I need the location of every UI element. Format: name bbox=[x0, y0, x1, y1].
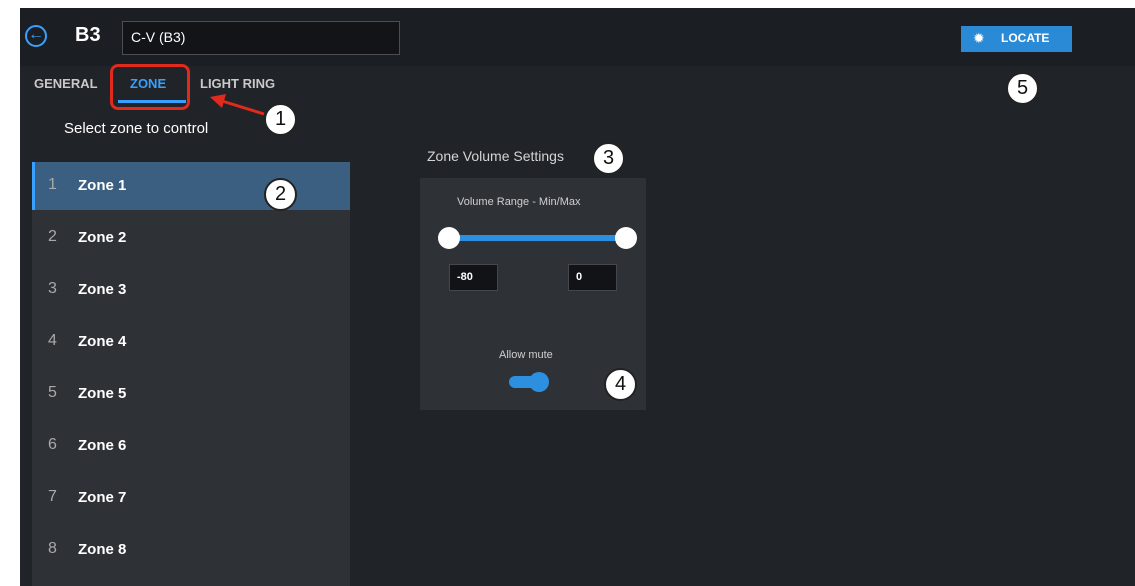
zone-number: 8 bbox=[48, 540, 57, 557]
tab-general[interactable]: GENERAL bbox=[34, 76, 98, 91]
device-id: B3 bbox=[75, 24, 101, 46]
device-name-input[interactable]: C-V (B3) bbox=[122, 21, 400, 55]
header-bar: ← B3 C-V (B3) ✹ LOCATE bbox=[20, 8, 1135, 66]
zone-list: 1 Zone 1 2 Zone 2 3 Zone 3 4 Zone 4 5 Zo… bbox=[32, 162, 350, 586]
zone-label: Zone 2 bbox=[78, 229, 127, 246]
allow-mute-label: Allow mute bbox=[499, 349, 553, 361]
zone-number: 4 bbox=[48, 332, 57, 349]
zone-item-6[interactable]: 6 Zone 6 bbox=[32, 422, 350, 470]
zone-label: Zone 1 bbox=[78, 177, 127, 194]
zone-item-7[interactable]: 7 Zone 7 bbox=[32, 474, 350, 522]
volume-max-input[interactable]: 0 bbox=[568, 264, 617, 291]
zone-label: Zone 4 bbox=[78, 333, 127, 350]
zone-item-3[interactable]: 3 Zone 3 bbox=[32, 266, 350, 314]
locate-button-label: LOCATE bbox=[1001, 31, 1050, 45]
zone-number: 1 bbox=[48, 176, 57, 193]
slider-min-handle[interactable] bbox=[438, 227, 460, 249]
callout-2: 2 bbox=[264, 178, 297, 211]
callout-3: 3 bbox=[592, 142, 625, 175]
volume-range-label: Volume Range - Min/Max bbox=[457, 196, 581, 208]
zone-item-2[interactable]: 2 Zone 2 bbox=[32, 214, 350, 262]
annotation-arrow-icon bbox=[210, 94, 265, 116]
callout-4: 4 bbox=[604, 368, 637, 401]
zone-number: 5 bbox=[48, 384, 57, 401]
zone-select-heading: Select zone to control bbox=[64, 120, 209, 137]
zone-item-5[interactable]: 5 Zone 5 bbox=[32, 370, 350, 418]
app-window: ← B3 C-V (B3) ✹ LOCATE GENERAL ZONE LIGH… bbox=[20, 8, 1135, 586]
zone-label: Zone 5 bbox=[78, 385, 127, 402]
zone-label: Zone 3 bbox=[78, 281, 127, 298]
zone-number: 6 bbox=[48, 436, 57, 453]
lightbulb-icon: ✹ bbox=[973, 30, 985, 46]
zone-number: 7 bbox=[48, 488, 57, 505]
back-arrow-icon[interactable]: ← bbox=[25, 25, 47, 47]
zone-item-8[interactable]: 8 Zone 8 bbox=[32, 526, 350, 574]
locate-button[interactable]: ✹ LOCATE bbox=[961, 26, 1072, 52]
zone-item-1[interactable]: 1 Zone 1 bbox=[32, 162, 350, 210]
zone-label: Zone 7 bbox=[78, 489, 127, 506]
zone-label: Zone 6 bbox=[78, 437, 127, 454]
volume-settings-heading: Zone Volume Settings bbox=[427, 148, 564, 164]
zone-item-4[interactable]: 4 Zone 4 bbox=[32, 318, 350, 366]
annotation-highlight-box bbox=[110, 64, 190, 110]
zone-number: 2 bbox=[48, 228, 57, 245]
slider-max-handle[interactable] bbox=[615, 227, 637, 249]
volume-min-input[interactable]: -80 bbox=[449, 264, 498, 291]
zone-number: 3 bbox=[48, 280, 57, 297]
zone-label: Zone 8 bbox=[78, 541, 127, 558]
tab-light-ring[interactable]: LIGHT RING bbox=[200, 76, 275, 91]
toggle-knob[interactable] bbox=[529, 372, 549, 392]
callout-5: 5 bbox=[1006, 72, 1039, 105]
callout-1: 1 bbox=[264, 103, 297, 136]
volume-range-slider[interactable] bbox=[450, 235, 626, 241]
